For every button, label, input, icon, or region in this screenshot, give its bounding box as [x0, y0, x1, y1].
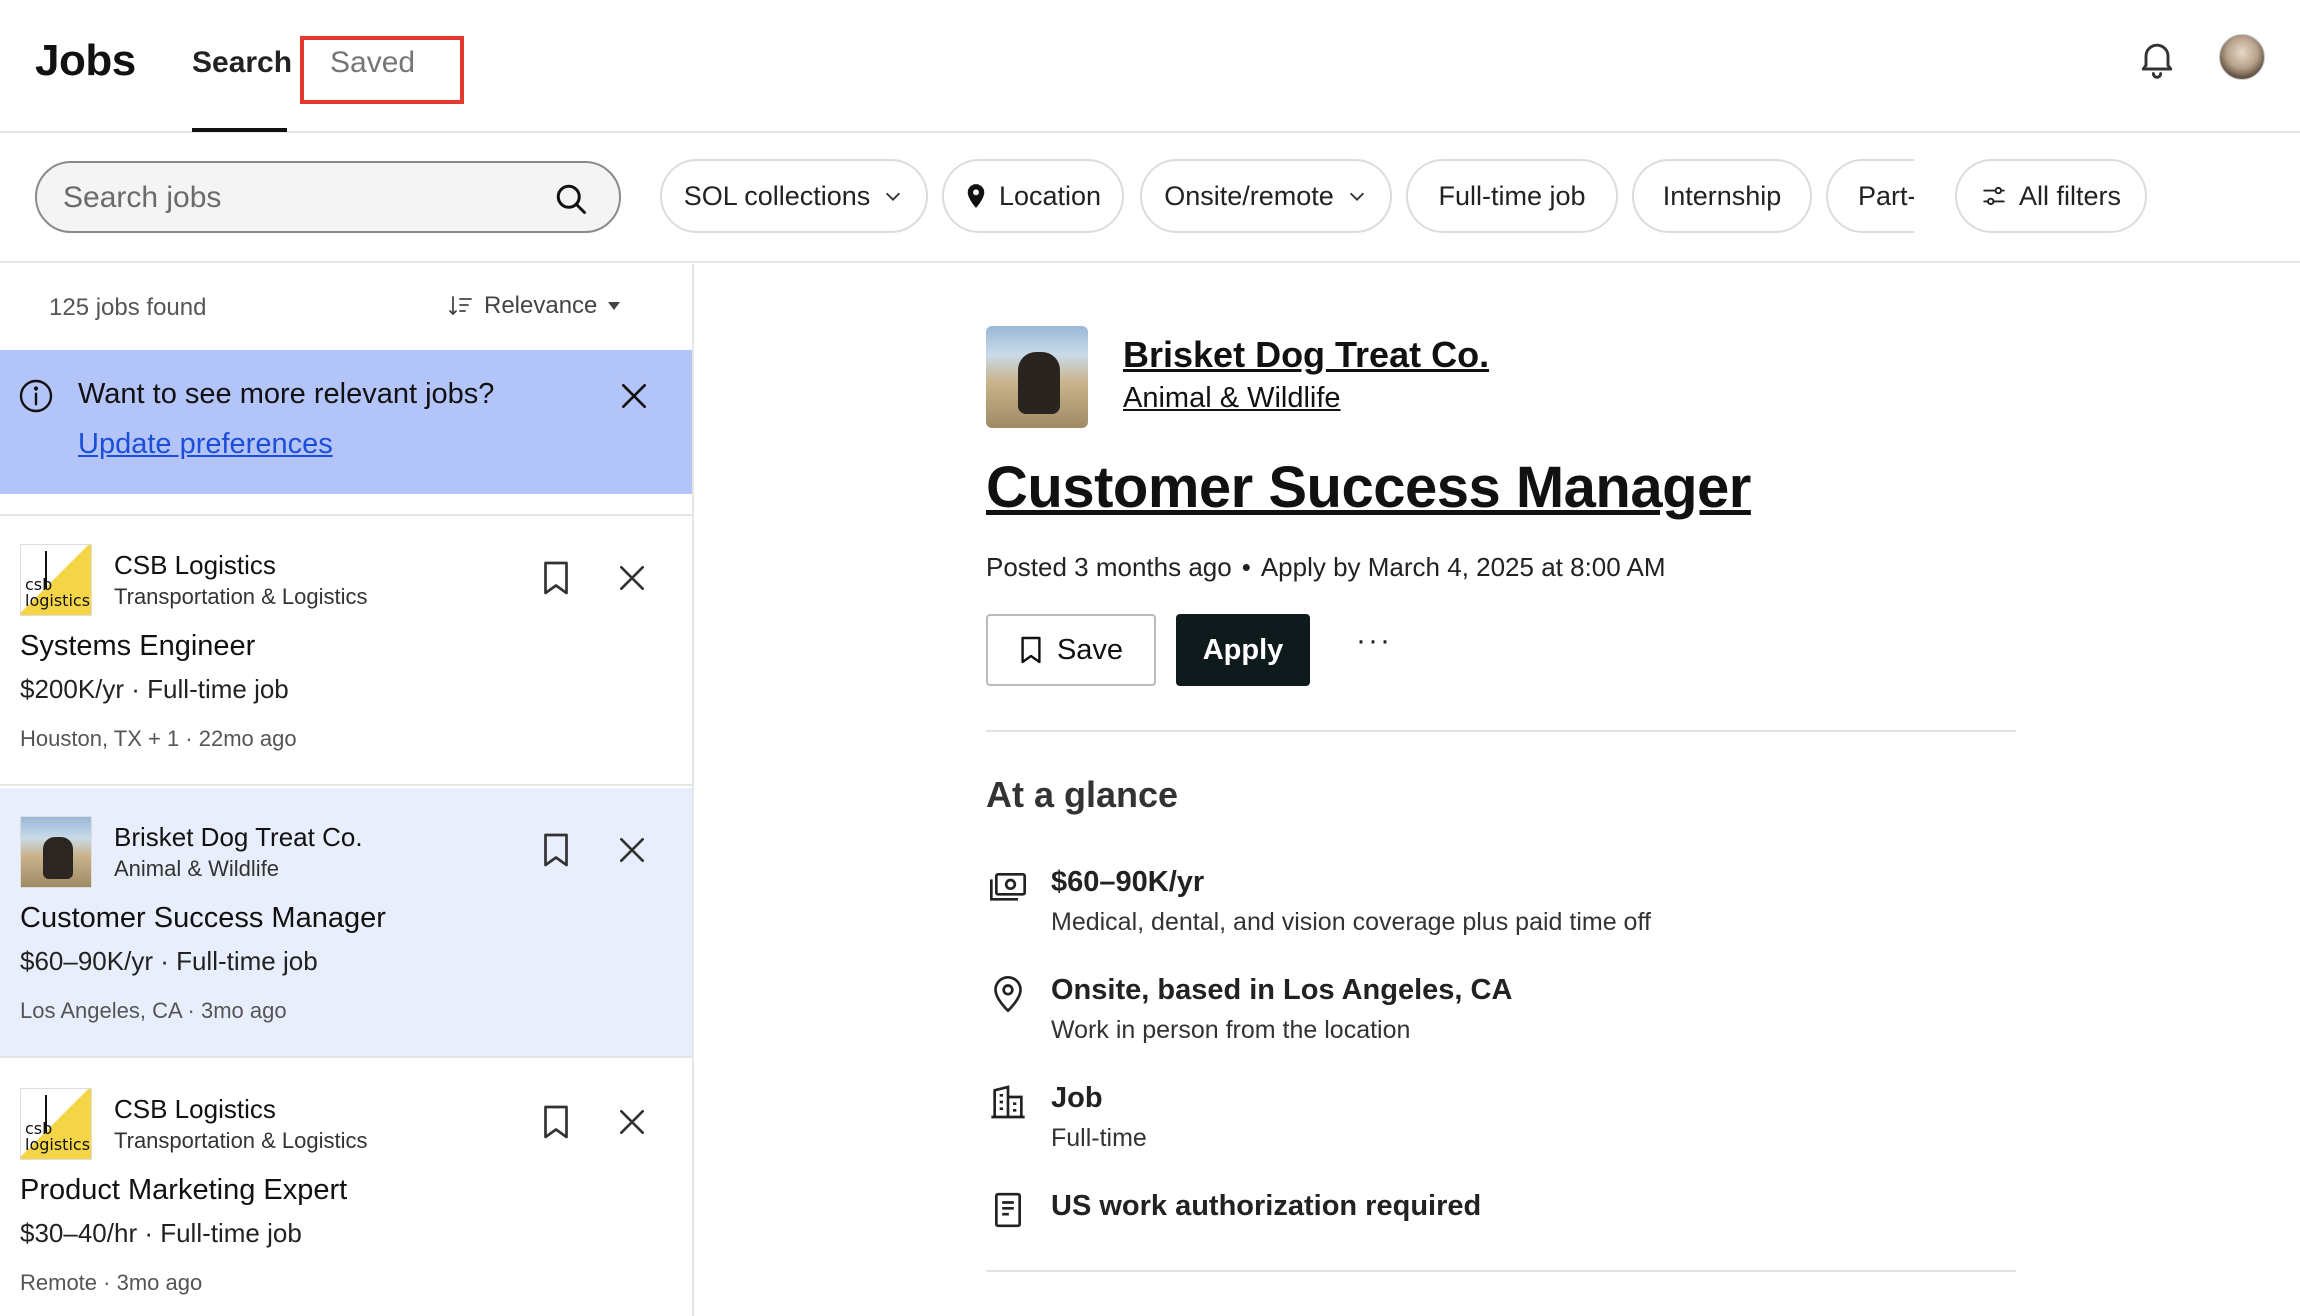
bookmark-icon[interactable] — [540, 832, 572, 868]
chevron-down-icon — [1349, 192, 1364, 201]
chip-onsite-remote[interactable]: Onsite/remote — [1140, 159, 1392, 233]
bookmark-icon[interactable] — [540, 1104, 572, 1140]
job-detail-panel: Brisket Dog Treat Co. Animal & Wildlife … — [986, 264, 2016, 1316]
sort-label: Relevance — [484, 292, 598, 319]
bell-icon[interactable] — [2135, 36, 2179, 80]
apply-deadline: Apply by March 4, 2025 at 8:00 AM — [1260, 552, 1666, 582]
glance-title: Job — [1051, 1082, 1103, 1114]
app-logo[interactable]: Jobs — [35, 36, 136, 86]
chip-label: Part- — [1858, 180, 1914, 211]
chip-part-time[interactable]: Part- — [1826, 159, 1914, 233]
chevron-down-icon — [886, 192, 901, 201]
glance-sub: Medical, dental, and vision coverage plu… — [1051, 908, 1651, 936]
chip-label: Full-time job — [1438, 180, 1586, 211]
logo-text: csb logistics — [25, 1119, 91, 1154]
document-icon — [995, 1192, 1021, 1228]
divider — [986, 1270, 2016, 1272]
all-filters-button[interactable]: All filters — [1955, 159, 2147, 233]
job-card-pay: $200K/yr · Full-time job — [20, 674, 289, 704]
job-card-company: Brisket Dog Treat Co. — [114, 822, 363, 852]
sort-icon — [449, 296, 472, 316]
job-card-meta: Remote · 3mo ago — [20, 1270, 203, 1295]
logo-text: csb logistics — [25, 575, 91, 610]
update-preferences-link[interactable]: Update preferences — [78, 428, 333, 461]
dismiss-icon[interactable] — [616, 1106, 648, 1138]
filter-bar: SOL collections Location Onsite/remote F… — [0, 135, 2300, 263]
chip-full-time-job[interactable]: Full-time job — [1406, 159, 1618, 233]
company-logo: csb logistics — [20, 1088, 92, 1160]
info-icon — [19, 379, 53, 413]
job-card-industry: Animal & Wildlife — [114, 856, 280, 881]
job-card-selected[interactable]: Brisket Dog Treat Co. Animal & Wildlife … — [0, 788, 692, 1058]
job-card-title[interactable]: Customer Success Manager — [20, 902, 386, 935]
chip-label: Onsite/remote — [1164, 180, 1334, 211]
chip-label: Location — [998, 180, 1102, 211]
job-card-pay: $60–90K/yr · Full-time job — [20, 946, 318, 976]
banner-title: Want to see more relevant jobs? — [78, 378, 495, 410]
job-card[interactable]: csb logistics CSB Logistics Transportati… — [0, 1060, 692, 1316]
detail-meta: Posted 3 months ago • Apply by March 4, 20… — [986, 552, 1666, 582]
detail-company-link[interactable]: Brisket Dog Treat Co. — [1123, 334, 1489, 376]
posted-date: Posted 3 months ago — [986, 552, 1232, 582]
search-icon[interactable] — [553, 181, 589, 217]
tab-search[interactable]: Search — [192, 46, 292, 80]
search-box[interactable] — [35, 161, 621, 233]
job-card-title[interactable]: Product Marketing Expert — [20, 1174, 347, 1207]
top-header: Jobs Search Saved — [0, 0, 2300, 133]
building-icon — [991, 1085, 1025, 1119]
job-card-industry: Transportation & Logistics — [114, 1128, 368, 1153]
money-icon — [990, 873, 1026, 901]
detail-industry-link[interactable]: Animal & Wildlife — [1123, 382, 1341, 415]
sliders-icon — [1983, 186, 2005, 206]
location-pin-icon — [994, 975, 1022, 1013]
chip-internship[interactable]: Internship — [1632, 159, 1812, 233]
search-input[interactable] — [63, 177, 543, 219]
chip-part-time-clipped[interactable]: Part- — [1826, 159, 1914, 233]
caret-down-icon — [608, 302, 621, 310]
avatar[interactable] — [2219, 34, 2265, 80]
job-list-panel: 125 jobs found Relevance Want to see mor… — [0, 264, 694, 1316]
detail-job-title[interactable]: Customer Success Manager — [986, 454, 1751, 521]
bookmark-icon — [1021, 636, 1041, 664]
company-logo — [20, 816, 92, 888]
dismiss-icon[interactable] — [616, 834, 648, 866]
chip-label: All filters — [2018, 180, 2121, 211]
job-card-pay: $30–40/hr · Full-time job — [20, 1218, 302, 1248]
dismiss-icon[interactable] — [616, 562, 648, 594]
highlight-annotation-box — [300, 36, 464, 104]
job-card-company: CSB Logistics — [114, 550, 276, 580]
job-card-meta: Los Angeles, CA · 3mo ago — [20, 998, 287, 1023]
save-button[interactable]: Save — [986, 614, 1156, 686]
chip-location[interactable]: Location — [942, 159, 1124, 233]
save-label: Save — [1056, 633, 1124, 666]
job-card-company: CSB Logistics — [114, 1094, 276, 1124]
job-card-title[interactable]: Systems Engineer — [20, 630, 255, 663]
glance-sub: Work in person from the location — [1051, 1016, 1411, 1044]
location-pin-icon — [967, 184, 985, 208]
glance-title: $60–90K/yr — [1051, 866, 1205, 898]
divider — [986, 730, 2016, 732]
glance-title: US work authorization required — [1051, 1190, 1482, 1222]
company-logo: csb logistics — [20, 544, 92, 616]
job-card-meta: Houston, TX + 1 · 22mo ago — [20, 726, 297, 751]
glance-title: Onsite, based in Los Angeles, CA — [1051, 974, 1513, 1006]
job-card[interactable]: csb logistics CSB Logistics Transportati… — [0, 516, 692, 786]
glance-sub: Full-time — [1051, 1124, 1147, 1152]
results-count: 125 jobs found — [49, 294, 207, 321]
bookmark-icon[interactable] — [540, 560, 572, 596]
company-logo[interactable] — [986, 326, 1088, 428]
active-tab-underline — [192, 128, 287, 132]
more-options-button[interactable]: ··· — [1352, 624, 1396, 664]
close-icon[interactable] — [618, 380, 650, 412]
apply-button[interactable]: Apply — [1176, 614, 1310, 686]
sort-dropdown[interactable]: Relevance — [448, 292, 621, 320]
chip-sol-collections[interactable]: SOL collections — [660, 159, 928, 233]
chip-label: Internship — [1662, 180, 1782, 211]
chip-label: SOL collections — [683, 180, 871, 211]
at-a-glance-heading: At a glance — [986, 774, 1179, 815]
preferences-banner: Want to see more relevant jobs? Update p… — [0, 350, 692, 494]
job-card-industry: Transportation & Logistics — [114, 584, 368, 609]
